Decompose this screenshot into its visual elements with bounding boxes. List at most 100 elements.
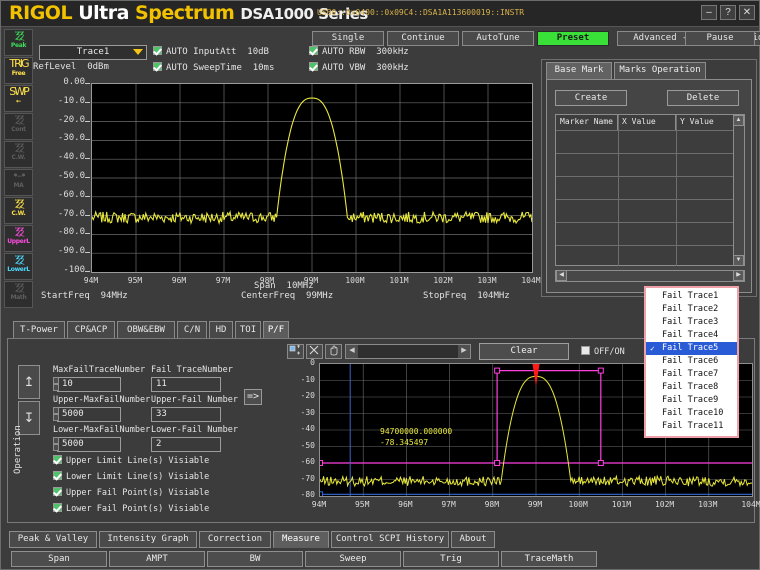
bottom-button-span[interactable]: Span (11, 551, 107, 567)
swp-icon[interactable]: SWP← (4, 85, 33, 112)
trace-select-dropdown[interactable]: Trace1 (39, 45, 147, 60)
scroll-up-icon[interactable]: ▲ (733, 115, 744, 126)
auto-vbw-checkbox[interactable] (309, 62, 318, 71)
pan-hand-icon[interactable] (325, 344, 342, 359)
fail-trace-option-fail-trace7[interactable]: Fail Trace7 (646, 368, 737, 381)
cw-dim-icon[interactable]: ⲜⲜC.W. (4, 141, 33, 168)
bottom-tab-about[interactable]: About (451, 531, 495, 548)
fail-trace-option-fail-trace4[interactable]: Fail Trace4 (646, 329, 737, 342)
fail-trace-dropdown-list[interactable]: Fail Trace1Fail Trace2Fail Trace3Fail Tr… (644, 286, 739, 438)
bottom-tab-control-scpi-history[interactable]: Control SCPI History (331, 531, 449, 548)
analysis-tab-p-f[interactable]: P/F (263, 321, 289, 339)
pf-input-1[interactable]: 11 (151, 377, 221, 392)
bottom-tab-intensity-graph[interactable]: Intensity Graph (99, 531, 197, 548)
auto-sweeptime-row[interactable]: AUTO SweepTime 10ms (153, 62, 274, 73)
auto-rbw-row[interactable]: AUTO RBW 300kHz (309, 46, 409, 57)
pause-button[interactable]: Pause (685, 31, 755, 46)
analysis-tab-c-n[interactable]: C/N (177, 321, 207, 339)
upper-limit-icon[interactable]: ⲜⲜUpperL (4, 225, 33, 252)
bottom-tab-correction[interactable]: Correction (199, 531, 271, 548)
bottom-tab-measure[interactable]: Measure (273, 531, 329, 548)
pf-checkbox-1[interactable] (53, 471, 62, 480)
bottom-tab-peak-valley[interactable]: Peak & Valley (9, 531, 97, 548)
pf-input-5[interactable]: 2 (151, 437, 221, 452)
single-button[interactable]: Single (312, 31, 384, 46)
auto-rbw-checkbox[interactable] (309, 46, 318, 55)
scroll-down-icon[interactable]: ▼ (733, 255, 744, 266)
onoff-checkbox[interactable] (581, 346, 590, 355)
scroll-left-icon[interactable]: ◀ (556, 270, 567, 281)
close-icon[interactable]: ✕ (739, 5, 755, 20)
fail-trace-option-fail-trace8[interactable]: Fail Trace8 (646, 381, 737, 394)
fail-trace-option-fail-trace9[interactable]: Fail Trace9 (646, 394, 737, 407)
tab-base-mark[interactable]: Base Mark (546, 62, 612, 79)
fail-trace-option-fail-trace1[interactable]: Fail Trace1 (646, 290, 737, 303)
scroll-right-icon[interactable]: ▶ (733, 270, 744, 281)
analysis-tab-cp-acp[interactable]: CP&ACP (67, 321, 115, 339)
marker-table-vscrollbar[interactable]: ▲ ▼ (733, 115, 744, 266)
help-icon[interactable]: ? (720, 5, 736, 20)
auto-vbw-row[interactable]: AUTO VBW 300kHz (309, 62, 409, 73)
pf-input-2[interactable]: 5000 (57, 407, 121, 422)
apply-to-chart-button[interactable]: => (244, 389, 262, 405)
auto-inputatt-row[interactable]: AUTO InputAtt 10dB (153, 46, 269, 57)
create-marker-button[interactable]: Create (555, 90, 627, 106)
analysis-tab-hd[interactable]: HD (209, 321, 233, 339)
autotune-button[interactable]: AutoTune (462, 31, 534, 46)
main-chart-plot-area[interactable] (91, 83, 533, 273)
trace-scroll-slider[interactable]: ◀ ▶ (345, 344, 471, 359)
pf-input-0[interactable]: 10 (57, 377, 121, 392)
slider-left-icon[interactable]: ◀ (346, 345, 358, 358)
pf-checkbox-0[interactable] (53, 455, 62, 464)
bottom-button-tracemath[interactable]: TraceMath (501, 551, 597, 567)
ma-icon[interactable]: •–•MA (4, 169, 33, 196)
analysis-tab-toi[interactable]: TOI (235, 321, 261, 339)
pf-spinner-2[interactable] (53, 407, 59, 422)
pf-checkbox-row-3[interactable]: Lower Fail Point(s) Visiable (53, 503, 209, 514)
delete-marker-button[interactable]: Delete (667, 90, 739, 106)
main-ytick-7: -70.0 (39, 209, 85, 219)
pf-spinner-4[interactable] (53, 437, 59, 452)
operation-up-button[interactable]: ↥ (18, 365, 40, 399)
pf-checkbox-2[interactable] (53, 487, 62, 496)
pf-spinner-0[interactable] (53, 377, 59, 392)
zoom-in-icon[interactable] (287, 344, 304, 359)
main-spectrum-chart[interactable]: 0.00-10.0-20.0-30.0-40.0-50.0-60.0-70.0-… (37, 79, 537, 301)
analysis-tab-obw-ebw[interactable]: OBW&EBW (117, 321, 175, 339)
preset-button[interactable]: Preset (537, 31, 609, 46)
lower-limit-icon[interactable]: ⲜⲜLowerL (4, 253, 33, 280)
fail-trace-option-fail-trace2[interactable]: Fail Trace2 (646, 303, 737, 316)
onoff-toggle-row[interactable]: OFF/ON (581, 346, 625, 357)
fail-trace-option-fail-trace5[interactable]: Fail Trace5 (646, 342, 737, 355)
slider-right-icon[interactable]: ▶ (458, 345, 470, 358)
minimize-icon[interactable]: – (701, 5, 717, 20)
bottom-button-sweep[interactable]: Sweep (305, 551, 401, 567)
pf-checkbox-row-2[interactable]: Upper Fail Point(s) Visiable (53, 487, 209, 498)
pf-input-3[interactable]: 33 (151, 407, 221, 422)
marker-table-hscrollbar[interactable]: ◀ ▶ (555, 270, 745, 282)
pf-input-4[interactable]: 5000 (57, 437, 121, 452)
zoom-out-icon[interactable] (306, 344, 323, 359)
clear-button[interactable]: Clear (479, 343, 569, 360)
auto-inputatt-checkbox[interactable] (153, 46, 162, 55)
math-icon[interactable]: ⲜⲜMath (4, 281, 33, 308)
continue-button[interactable]: Continue (387, 31, 459, 46)
analysis-tab-t-power[interactable]: T-Power (13, 321, 65, 339)
cw-icon[interactable]: ⲜⲜC.W. (4, 197, 33, 224)
tab-marks-operation[interactable]: Marks Operation (614, 62, 706, 79)
trig-free-icon[interactable]: TRIGFree (4, 57, 33, 84)
fail-trace-option-fail-trace3[interactable]: Fail Trace3 (646, 316, 737, 329)
peak-icon[interactable]: ⲜⲜPeak (4, 29, 33, 56)
cont-icon[interactable]: ⲜⲜCont (4, 113, 33, 140)
auto-sweeptime-checkbox[interactable] (153, 62, 162, 71)
bottom-button-ampt[interactable]: AMPT (109, 551, 205, 567)
bottom-button-bw[interactable]: BW (207, 551, 303, 567)
pf-checkbox-3[interactable] (53, 503, 62, 512)
fail-trace-option-fail-trace10[interactable]: Fail Trace10 (646, 407, 737, 420)
fail-trace-option-fail-trace11[interactable]: Fail Trace11 (646, 420, 737, 433)
bottom-button-trig[interactable]: Trig (403, 551, 499, 567)
fail-trace-option-fail-trace6[interactable]: Fail Trace6 (646, 355, 737, 368)
pf-checkbox-row-1[interactable]: Lower Limit Line(s) Visiable (53, 471, 209, 482)
marker-table[interactable]: Marker Name X Value Y Value ▲ ▼ (555, 114, 745, 266)
pf-checkbox-row-0[interactable]: Upper Limit Line(s) Visiable (53, 455, 209, 466)
